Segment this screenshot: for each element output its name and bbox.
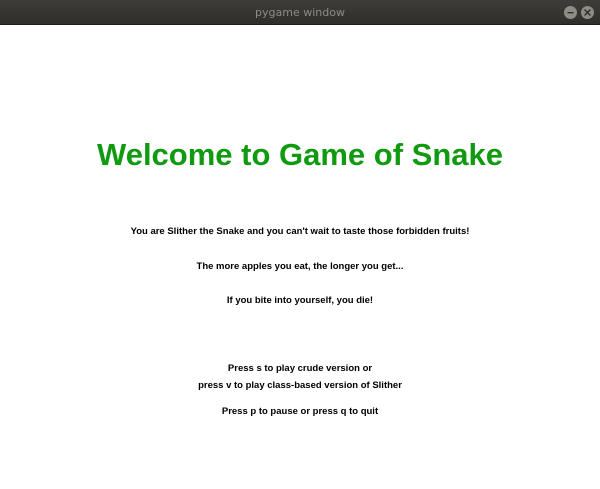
intro-line: You are Slither the Snake and you can't … xyxy=(130,226,470,237)
minimize-icon xyxy=(567,12,574,14)
window-title: pygame window xyxy=(255,6,345,19)
pause-quit-instruction: Press p to pause or press q to quit xyxy=(221,406,379,417)
crude-version-instruction: Press s to play crude version or xyxy=(227,363,373,374)
growth-rule-line: The more apples you eat, the longer you … xyxy=(196,261,404,272)
close-button[interactable] xyxy=(581,6,594,19)
game-surface[interactable]: Welcome to Game of Snake You are Slither… xyxy=(0,25,600,489)
title-bar[interactable]: pygame window xyxy=(0,0,600,25)
close-icon xyxy=(584,9,591,16)
class-version-instruction: press v to play class-based version of S… xyxy=(198,380,402,391)
pygame-window: pygame window Welcome to Game of Snake Y… xyxy=(0,0,600,489)
welcome-headline: Welcome to Game of Snake xyxy=(97,137,503,172)
death-rule-line: If you bite into yourself, you die! xyxy=(226,295,374,306)
minimize-button[interactable] xyxy=(564,6,577,19)
